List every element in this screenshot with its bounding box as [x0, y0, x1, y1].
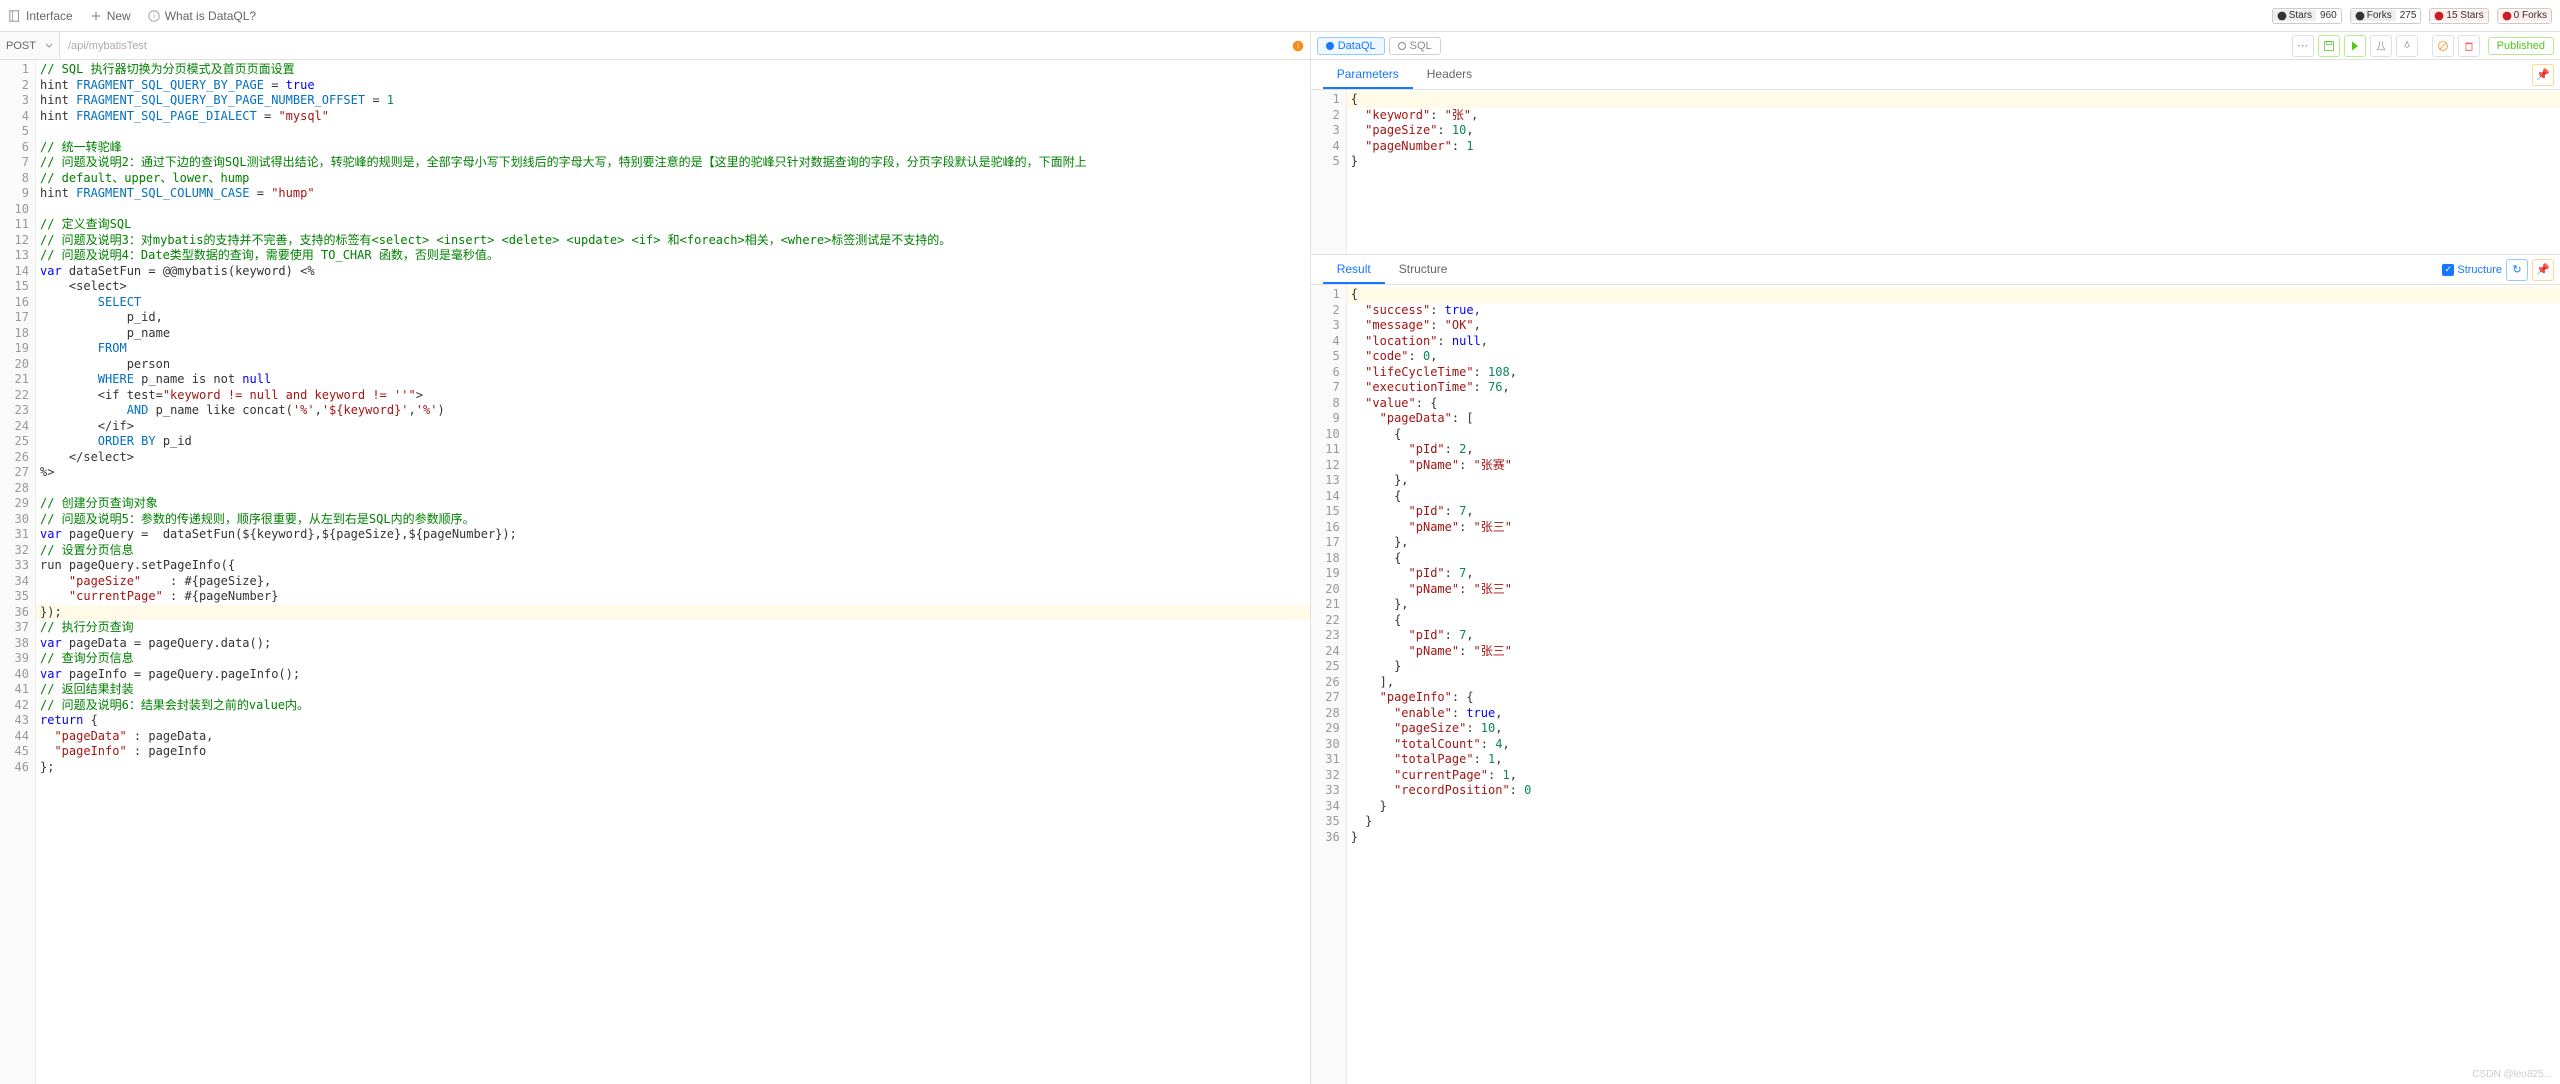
publish-button[interactable] [2396, 35, 2418, 57]
gitee-stars-badge[interactable]: 15 Stars [2429, 8, 2488, 24]
tab-headers[interactable]: Headers [1413, 61, 1486, 89]
tab-parameters[interactable]: Parameters [1323, 61, 1413, 89]
header-left: Interface New i What is DataQL? [8, 9, 256, 23]
app-root: Interface New i What is DataQL? Stars 96… [0, 0, 2560, 1084]
params-section: Parameters Headers 📌 12345 { "keyword": … [1311, 60, 2560, 255]
lang-tabs-bar: DataQL SQL ⋯ [1311, 32, 2560, 60]
new-label: New [107, 9, 131, 23]
watermark: CSDN @leo825... [2472, 1069, 2552, 1080]
top-header: Interface New i What is DataQL? Stars 96… [0, 0, 2560, 32]
tab-sql-label: SQL [1410, 40, 1432, 52]
header-right: Stars 960 Forks 275 15 Stars 0 Forks [2272, 8, 2552, 24]
left-pane: POST i 123456789101112131415161718192021… [0, 32, 1311, 1084]
pin-icon[interactable]: 📌 [2532, 259, 2554, 281]
github-icon [2355, 11, 2365, 21]
info-icon: i [147, 9, 161, 23]
info-circle-icon: i [1291, 39, 1305, 53]
published-badge: Published [2488, 37, 2554, 55]
method-select[interactable]: POST [0, 32, 60, 59]
gh-stars-badge[interactable]: Stars 960 [2272, 8, 2342, 24]
interface-button[interactable]: Interface [8, 9, 73, 23]
gitee-icon [2434, 11, 2444, 21]
main-split: POST i 123456789101112131415161718192021… [0, 32, 2560, 1084]
tab-sql[interactable]: SQL [1389, 37, 1441, 55]
url-info-icon[interactable]: i [1286, 39, 1310, 53]
chevron-down-icon [45, 42, 53, 50]
result-section: Result Structure ✓ Structure ↻ 📌 1234567… [1311, 255, 2560, 1084]
tab-dataql[interactable]: DataQL [1317, 37, 1385, 55]
plus-icon [89, 9, 103, 23]
what-is-button[interactable]: i What is DataQL? [147, 9, 256, 23]
gitee-forks-badge[interactable]: 0 Forks [2497, 8, 2552, 24]
new-button[interactable]: New [89, 9, 131, 23]
trash-icon [2463, 40, 2475, 52]
book-icon [8, 9, 22, 23]
pin-icon[interactable]: 📌 [2532, 64, 2554, 86]
params-gutter: 12345 [1311, 90, 1347, 254]
radio-icon [1326, 42, 1334, 50]
what-is-label: What is DataQL? [165, 9, 256, 23]
save-icon [2323, 40, 2335, 52]
run-button[interactable] [2344, 35, 2366, 57]
more-button[interactable]: ⋯ [2292, 35, 2314, 57]
main-editor[interactable]: 1234567891011121314151617181920212223242… [0, 60, 1310, 1084]
github-icon [2277, 11, 2287, 21]
check-icon: ✓ [2442, 264, 2454, 276]
svg-text:i: i [153, 13, 155, 20]
tab-structure[interactable]: Structure [1385, 256, 1462, 284]
main-gutter: 1234567891011121314151617181920212223242… [0, 60, 36, 1084]
params-editor[interactable]: 12345 { "keyword": "张", "pageSize": 10, … [1311, 90, 2560, 254]
result-editor[interactable]: 1234567891011121314151617181920212223242… [1311, 285, 2560, 1084]
url-input[interactable] [60, 32, 1286, 59]
params-code[interactable]: { "keyword": "张", "pageSize": 10, "pageN… [1347, 90, 2560, 254]
delete-button[interactable] [2458, 35, 2480, 57]
tab-dataql-label: DataQL [1338, 40, 1376, 52]
disable-button[interactable] [2432, 35, 2454, 57]
result-code[interactable]: { "success": true, "message": "OK", "loc… [1347, 285, 2560, 1084]
right-pane: DataQL SQL ⋯ [1311, 32, 2560, 1084]
radio-icon [1398, 42, 1406, 50]
interface-label: Interface [26, 9, 73, 23]
ban-icon [2437, 40, 2449, 52]
result-tabs: Result Structure ✓ Structure ↻ 📌 [1311, 255, 2560, 285]
rocket-icon [2401, 40, 2413, 52]
gh-forks-badge[interactable]: Forks 275 [2350, 8, 2422, 24]
play-icon [2349, 40, 2361, 52]
tab-result[interactable]: Result [1323, 256, 1385, 284]
smoke-button[interactable] [2370, 35, 2392, 57]
result-gutter: 1234567891011121314151617181920212223242… [1311, 285, 1347, 1084]
structure-checkbox[interactable]: ✓ Structure [2442, 264, 2502, 276]
params-tabs: Parameters Headers 📌 [1311, 60, 2560, 90]
flask-icon [2375, 40, 2387, 52]
request-bar: POST i [0, 32, 1310, 60]
refresh-icon[interactable]: ↻ [2506, 259, 2528, 281]
gitee-icon [2502, 11, 2512, 21]
main-code[interactable]: // SQL 执行器切换为分页模式及首页页面设置hint FRAGMENT_SQ… [36, 60, 1310, 1084]
method-label: POST [6, 40, 36, 52]
save-button[interactable] [2318, 35, 2340, 57]
